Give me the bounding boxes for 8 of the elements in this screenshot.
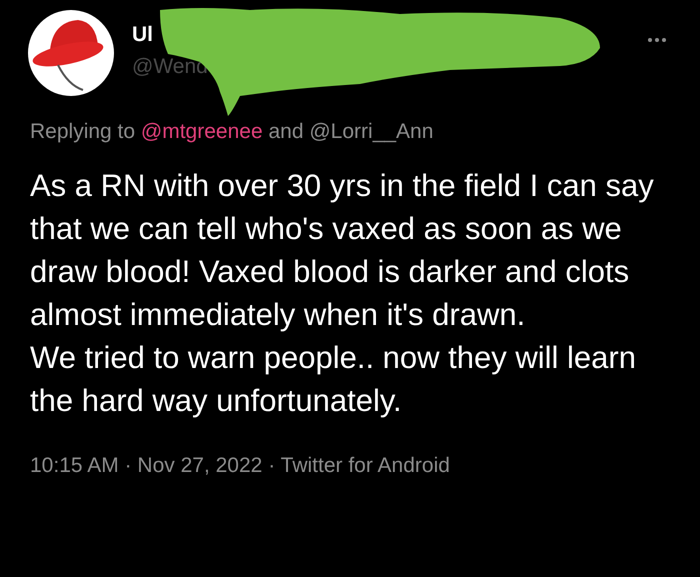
mention-link[interactable]: @Lorri__Ann xyxy=(309,120,434,143)
tweet-text: We tried to warn people.. now they will learn the hard way unfortunately. xyxy=(30,339,637,420)
display-name: Ul xyxy=(132,22,154,48)
tweet-timestamp: 10:15 AM · Nov 27, 2022 · Twitter for Android xyxy=(29,453,451,479)
more-options-icon[interactable] xyxy=(648,38,666,42)
mention-link[interactable]: @mtgreenee xyxy=(140,120,263,143)
tweet-text: As a RN with over 30 yrs in the field I can say that we can tell who's vaxed as soon as we draw blood! Vaxed blood is darker and clots almost immediately when it's drawn. xyxy=(30,167,655,334)
replying-to-text: Replying to @mtgreenee and @Lorri__Ann xyxy=(29,119,434,145)
